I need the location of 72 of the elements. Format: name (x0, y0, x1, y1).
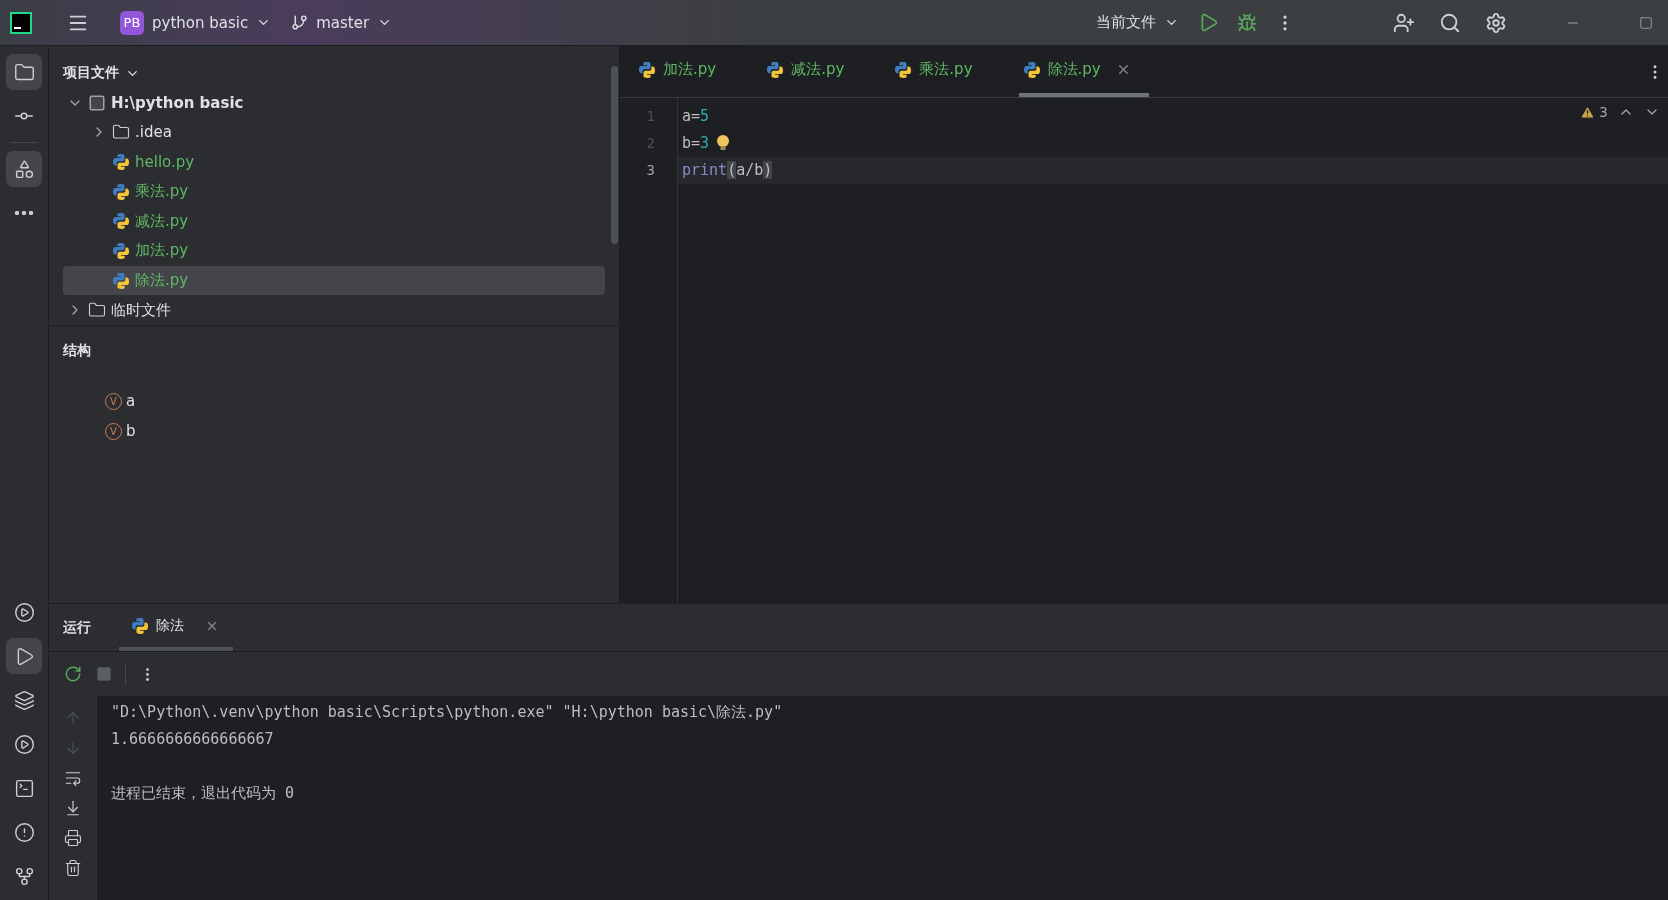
branch-widget[interactable]: master (285, 9, 399, 36)
problems-icon (13, 821, 35, 843)
console-line: 进程已结束，退出代码为 0 (111, 783, 296, 804)
more-icon (14, 211, 34, 215)
project-badge: PB (120, 10, 144, 35)
module-icon (88, 93, 106, 112)
file-name: hello.py (135, 153, 195, 172)
tree-item[interactable]: hello.py (63, 147, 605, 177)
tree-item[interactable]: .idea (63, 117, 605, 148)
file-name: 临时文件 (111, 300, 171, 320)
editor-tab[interactable]: 加法.py (634, 46, 735, 97)
console-icon (13, 601, 35, 623)
python-file-icon (894, 60, 913, 79)
editor-tab[interactable]: 减法.py (762, 46, 863, 97)
warning-count[interactable]: 3 (1580, 104, 1608, 120)
project-view-selector[interactable]: 项目文件 (63, 50, 609, 88)
app-logo[interactable] (10, 11, 32, 34)
python-file-icon (131, 616, 149, 635)
commit-icon (13, 112, 35, 120)
tree-item[interactable]: 加法.py (63, 236, 605, 266)
scrollbar-thumb[interactable] (611, 66, 618, 244)
branch-icon (291, 14, 309, 31)
tree-item[interactable]: 乘法.py (63, 176, 605, 207)
project-view-title: 项目文件 (63, 64, 119, 82)
editor-tab[interactable]: 乘法.py (890, 46, 991, 97)
run-tool-button[interactable] (6, 638, 42, 674)
file-name: .idea (135, 123, 172, 142)
folder-icon (112, 123, 130, 142)
file-name: 乘法.py (135, 182, 189, 202)
run-panel-title: 运行 (63, 618, 91, 637)
python-file-icon (638, 60, 656, 79)
python-file-icon (112, 241, 130, 260)
branch-name: master (316, 13, 370, 32)
project-widget[interactable]: PB python basic (114, 6, 278, 39)
run-tab[interactable]: 除法 (119, 604, 233, 651)
code-line: b=3 (682, 133, 710, 154)
variable-name[interactable]: b (126, 422, 136, 440)
folder-tool-button[interactable] (6, 54, 42, 90)
folder-icon (88, 301, 106, 320)
project-name: python basic (152, 13, 249, 32)
run-config-widget[interactable]: 当前文件 (1090, 9, 1185, 36)
console-line: "D:\Python\.venv\python basic\Scripts\python.exe" "H:\python basic\除法.py" (111, 702, 784, 723)
services-icon (13, 733, 35, 755)
python-file-icon (112, 271, 130, 290)
file-name: 加法.py (135, 241, 189, 261)
tree-item[interactable]: 除法.py (63, 265, 605, 296)
line-number: 3 (645, 161, 656, 180)
terminal-icon (13, 777, 35, 799)
python-file-icon (1022, 60, 1041, 79)
tree-item[interactable]: 临时文件 (63, 295, 605, 325)
lightbulb-icon[interactable] (716, 134, 730, 152)
shapes-icon (13, 158, 35, 180)
file-name: 减法.py (135, 211, 189, 231)
tree-item[interactable]: H:\python basic (63, 88, 605, 118)
shapes-tool-button[interactable] (6, 151, 42, 187)
structure-title: 结构 (63, 341, 92, 360)
file-name: H:\python basic (111, 93, 244, 112)
python-file-icon (112, 153, 130, 172)
code-line: print(a/b) (682, 160, 773, 181)
tree-item[interactable]: 减法.py (63, 206, 605, 237)
git-icon (13, 865, 35, 887)
editor-tab[interactable]: 除法.py (1018, 46, 1149, 97)
code-line: a=5 (682, 106, 710, 127)
console-line: 1.6666666666666667 (111, 729, 275, 750)
folder-icon (13, 61, 35, 83)
run-config-name: 当前文件 (1096, 13, 1156, 32)
python-file-icon (112, 212, 130, 231)
python-file-icon (112, 182, 130, 201)
file-name: 除法.py (135, 271, 189, 291)
python-file-icon (766, 60, 785, 79)
layers-icon (13, 689, 35, 711)
variable-name[interactable]: a (126, 392, 136, 410)
